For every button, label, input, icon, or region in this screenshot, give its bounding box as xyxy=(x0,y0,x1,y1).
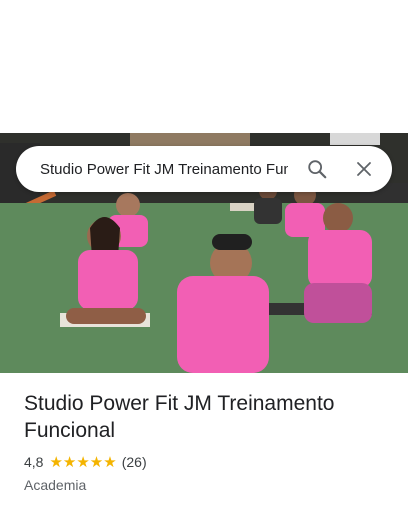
rating-row[interactable]: 4,8 ★★★★★ (26) xyxy=(24,453,394,471)
place-title[interactable]: Studio Power Fit JM Treinamento Funciona… xyxy=(24,390,394,444)
search-bar[interactable]: Studio Power Fit JM Treinamento Funciona… xyxy=(16,146,392,192)
rating-stars: ★★★★★ xyxy=(49,454,117,471)
search-input[interactable]: Studio Power Fit JM Treinamento Funciona… xyxy=(40,161,288,178)
place-category: Academia xyxy=(24,477,87,493)
search-icon xyxy=(308,160,327,179)
close-icon xyxy=(357,162,371,176)
review-count[interactable]: (26) xyxy=(122,454,147,470)
search-button[interactable] xyxy=(300,152,334,186)
place-info: Studio Power Fit JM Treinamento Funciona… xyxy=(24,390,394,493)
close-button[interactable] xyxy=(347,152,381,186)
rating-value: 4,8 xyxy=(24,454,44,470)
